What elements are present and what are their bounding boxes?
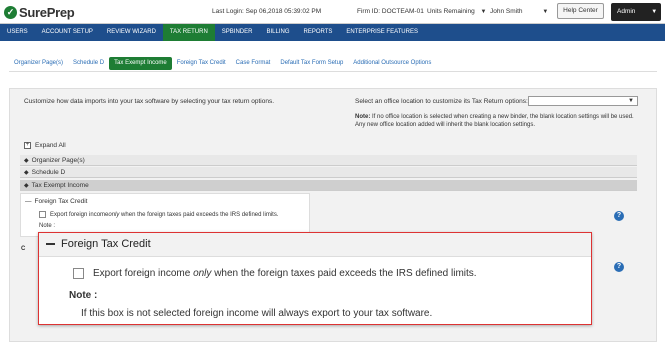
zoom-title: Foreign Tax Credit <box>61 238 151 250</box>
panel-title-text: Foreign Tax Credit <box>34 198 88 205</box>
zoom-note-label: Note : <box>69 290 98 301</box>
units-remaining-dropdown[interactable]: Units Remaining ▼ <box>427 8 486 15</box>
last-login-text: Last Login: Sep 06,2018 05:39:02 PM <box>212 8 322 15</box>
nav-item-enterprise-features[interactable]: ENTERPRISE FEATURES <box>339 24 425 41</box>
collapsed-section-marker: C <box>21 246 26 252</box>
logo-text: SurePrep <box>19 4 75 20</box>
office-note: Note: If no office location is selected … <box>355 113 645 129</box>
admin-dropdown[interactable]: Admin ▼ <box>611 3 661 21</box>
tab-tax-exempt-income[interactable]: Tax Exempt Income <box>109 56 172 70</box>
zoom-checkbox-label-post: when the foreign taxes paid exceeds the … <box>211 268 477 279</box>
export-foreign-income-checkbox[interactable] <box>39 211 46 218</box>
section-label: Tax Exempt Income <box>31 182 89 189</box>
section-label: Organizer Page(s) <box>31 157 85 164</box>
section-organizer-pages[interactable]: ◆ Organizer Page(s) <box>20 155 637 166</box>
export-foreign-income-option: Export foreign income only when the fore… <box>39 211 278 218</box>
nav-item-reports[interactable]: REPORTS <box>297 24 340 41</box>
main-nav: USERS ACCOUNT SETUP REVIEW WIZARD TAX RE… <box>0 24 665 41</box>
chevron-down-icon: ▼ <box>480 9 487 15</box>
nav-item-review-wizard[interactable]: REVIEW WIZARD <box>100 24 163 41</box>
zoom-header[interactable]: Foreign Tax Credit <box>39 233 591 257</box>
collapse-minus-icon <box>46 243 55 245</box>
subtabs: Organizer Page(s) Schedule D Tax Exempt … <box>9 55 657 72</box>
admin-label: Admin <box>617 8 636 15</box>
help-center-button[interactable]: Help Center <box>557 3 604 19</box>
sureprep-logo[interactable]: ✓ SurePrep <box>4 3 75 21</box>
section-label: Schedule D <box>31 169 66 176</box>
checkbox-label-em: only <box>108 211 120 218</box>
zoom-export-checkbox[interactable] <box>73 268 84 279</box>
tab-default-tax-form-setup[interactable]: Default Tax Form Setup <box>275 57 348 70</box>
zoom-export-option: Export foreign income only when the fore… <box>73 268 477 279</box>
chevron-down-icon: ▼ <box>651 9 658 15</box>
top-header: ✓ SurePrep Last Login: Sep 06,2018 05:39… <box>0 0 665 24</box>
intro-text: Customize how data imports into your tax… <box>24 98 275 105</box>
help-icon[interactable]: ? <box>614 211 624 221</box>
section-schedule-d[interactable]: ◆ Schedule D <box>20 167 637 178</box>
logo-check-icon: ✓ <box>4 5 17 19</box>
zoom-callout: Foreign Tax Credit Export foreign income… <box>38 232 592 325</box>
expand-all-label: Expand All <box>35 142 66 149</box>
zoom-note-text: If this box is not selected foreign inco… <box>81 308 433 319</box>
nav-item-tax-return[interactable]: TAX RETURN <box>162 24 215 41</box>
diamond-icon: ◆ <box>24 158 29 164</box>
checkbox-label-post: when the foreign taxes paid exceeds the … <box>119 211 279 218</box>
minus-icon: — <box>25 198 32 205</box>
office-note-label: Note: <box>355 114 371 120</box>
chevron-down-icon: ▼ <box>628 98 634 104</box>
panel-note-label: Note : <box>39 223 56 229</box>
section-tax-exempt-income[interactable]: ◆ Tax Exempt Income <box>20 180 637 191</box>
zoom-checkbox-label-pre: Export foreign income <box>93 268 194 279</box>
plus-icon: + <box>24 142 31 149</box>
tab-organizer-pages[interactable]: Organizer Page(s) <box>9 57 68 70</box>
tab-schedule-d[interactable]: Schedule D <box>68 57 109 70</box>
expand-all-toggle[interactable]: + Expand All <box>24 142 66 149</box>
help-icon[interactable]: ? <box>614 262 624 272</box>
user-dropdown[interactable]: John Smith ▼ <box>490 8 548 15</box>
nav-item-spbinder[interactable]: SPBINDER <box>215 24 260 41</box>
checkbox-label-pre: Export foreign income <box>50 211 109 218</box>
tab-case-format[interactable]: Case Format <box>231 57 276 70</box>
units-remaining-label: Units Remaining <box>427 8 475 15</box>
zoom-checkbox-label-em: only <box>193 268 212 279</box>
chevron-down-icon: ▼ <box>542 9 549 15</box>
tab-additional-outsource-options[interactable]: Additional Outsource Options <box>348 57 436 70</box>
panel-title[interactable]: — Foreign Tax Credit <box>25 198 88 205</box>
user-name: John Smith <box>490 8 523 15</box>
firm-id-text: Firm ID: DOCTEAM-01 <box>357 8 424 15</box>
office-location-label: Select an office location to customize i… <box>355 98 528 105</box>
nav-item-users[interactable]: USERS <box>0 24 35 41</box>
nav-item-billing[interactable]: BILLING <box>259 24 296 41</box>
office-note-text: If no office location is selected when c… <box>355 114 634 128</box>
nav-item-account-setup[interactable]: ACCOUNT SETUP <box>35 24 100 41</box>
diamond-icon: ◆ <box>24 183 29 189</box>
diamond-icon: ◆ <box>24 170 29 176</box>
office-location-select[interactable]: ▼ <box>528 96 638 106</box>
foreign-tax-credit-panel: — Foreign Tax Credit Export foreign incom… <box>20 193 310 237</box>
tab-foreign-tax-credit[interactable]: Foreign Tax Credit <box>172 57 231 70</box>
